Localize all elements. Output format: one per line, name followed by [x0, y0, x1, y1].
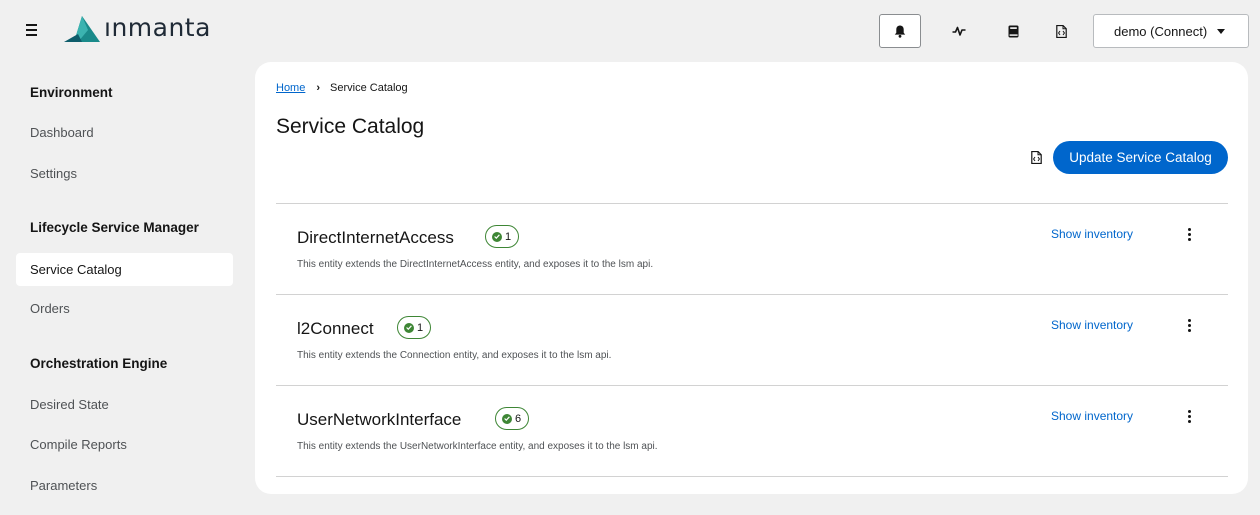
instance-count: 1 — [505, 230, 512, 243]
documentation-button[interactable] — [992, 14, 1034, 48]
chevron-right-icon: › — [316, 82, 321, 94]
kebab-menu-icon[interactable] — [1184, 226, 1194, 242]
file-code-icon — [1055, 24, 1067, 38]
check-circle-icon — [502, 413, 512, 424]
entity-name[interactable]: DirectInternetAccess — [297, 228, 454, 248]
update-service-catalog-button[interactable]: Update Service Catalog — [1053, 141, 1228, 174]
service-catalog-list: DirectInternetAccess 1 This entity exten… — [276, 203, 1228, 477]
instance-count: 6 — [515, 412, 522, 425]
nav-group-lsm: Lifecycle Service Manager — [30, 220, 199, 235]
entity-description: This entity extends the Connection entit… — [297, 350, 612, 361]
page-title: Service Catalog — [276, 115, 425, 138]
activity-icon — [952, 26, 966, 36]
breadcrumb-current: Service Catalog — [330, 82, 408, 94]
activity-button[interactable] — [938, 14, 980, 48]
sidebar-item-compile-reports[interactable]: Compile Reports — [16, 428, 233, 461]
kebab-menu-icon[interactable] — [1184, 317, 1194, 333]
entity-name[interactable]: l2Connect — [297, 319, 374, 339]
show-inventory-button[interactable]: Show inventory — [1051, 409, 1133, 423]
sidebar-item-desired-state[interactable]: Desired State — [16, 388, 233, 421]
bell-icon — [894, 25, 906, 38]
environment-select[interactable]: demo (Connect) — [1093, 14, 1249, 48]
caret-down-icon — [1217, 29, 1225, 34]
main-content: Home › Service Catalog Service Catalog U… — [255, 62, 1248, 494]
masthead: ınmanta demo (Connect) — [0, 0, 1260, 62]
environment-select-label: demo (Connect) — [1114, 23, 1208, 39]
nav-group-orchestration: Orchestration Engine — [30, 356, 168, 371]
entity-description: This entity extends the UserNetworkInter… — [297, 441, 658, 452]
menu-icon[interactable] — [22, 21, 42, 39]
api-docs-button[interactable] — [1040, 14, 1082, 48]
status-badge: 1 — [397, 316, 432, 339]
show-inventory-button[interactable]: Show inventory — [1051, 227, 1133, 241]
entity-name[interactable]: UserNetworkInterface — [297, 410, 461, 430]
nav-group-environment: Environment — [30, 85, 113, 100]
sidebar-item-orders[interactable]: Orders — [16, 292, 233, 325]
sidebar-item-service-catalog[interactable]: Service Catalog — [16, 253, 233, 286]
list-item: DirectInternetAccess 1 This entity exten… — [276, 204, 1228, 295]
logo-text: ınmanta — [104, 13, 211, 42]
file-code-icon — [1030, 150, 1042, 164]
sidebar-item-settings[interactable]: Settings — [16, 157, 233, 190]
breadcrumb: Home › Service Catalog — [276, 82, 408, 94]
logo: ınmanta — [64, 12, 211, 42]
check-circle-icon — [404, 322, 414, 333]
status-badge: 6 — [495, 407, 530, 430]
list-item: l2Connect 1 This entity extends the Conn… — [276, 295, 1228, 386]
sidebar-item-parameters[interactable]: Parameters — [16, 469, 233, 502]
book-icon — [1008, 25, 1018, 37]
list-item: UserNetworkInterface 6 This entity exten… — [276, 386, 1228, 477]
kebab-menu-icon[interactable] — [1184, 408, 1194, 424]
sidebar: Environment Dashboard Settings Lifecycle… — [0, 62, 248, 515]
show-inventory-button[interactable]: Show inventory — [1051, 318, 1133, 332]
logo-mark-icon — [64, 16, 100, 42]
breadcrumb-home-link[interactable]: Home — [276, 82, 305, 94]
instance-count: 1 — [417, 321, 424, 334]
sidebar-item-dashboard[interactable]: Dashboard — [16, 116, 233, 149]
catalog-docs-button[interactable] — [1027, 148, 1045, 166]
entity-description: This entity extends the DirectInternetAc… — [297, 259, 654, 270]
check-circle-icon — [492, 231, 502, 242]
notification-button[interactable] — [879, 14, 921, 48]
status-badge: 1 — [485, 225, 520, 248]
